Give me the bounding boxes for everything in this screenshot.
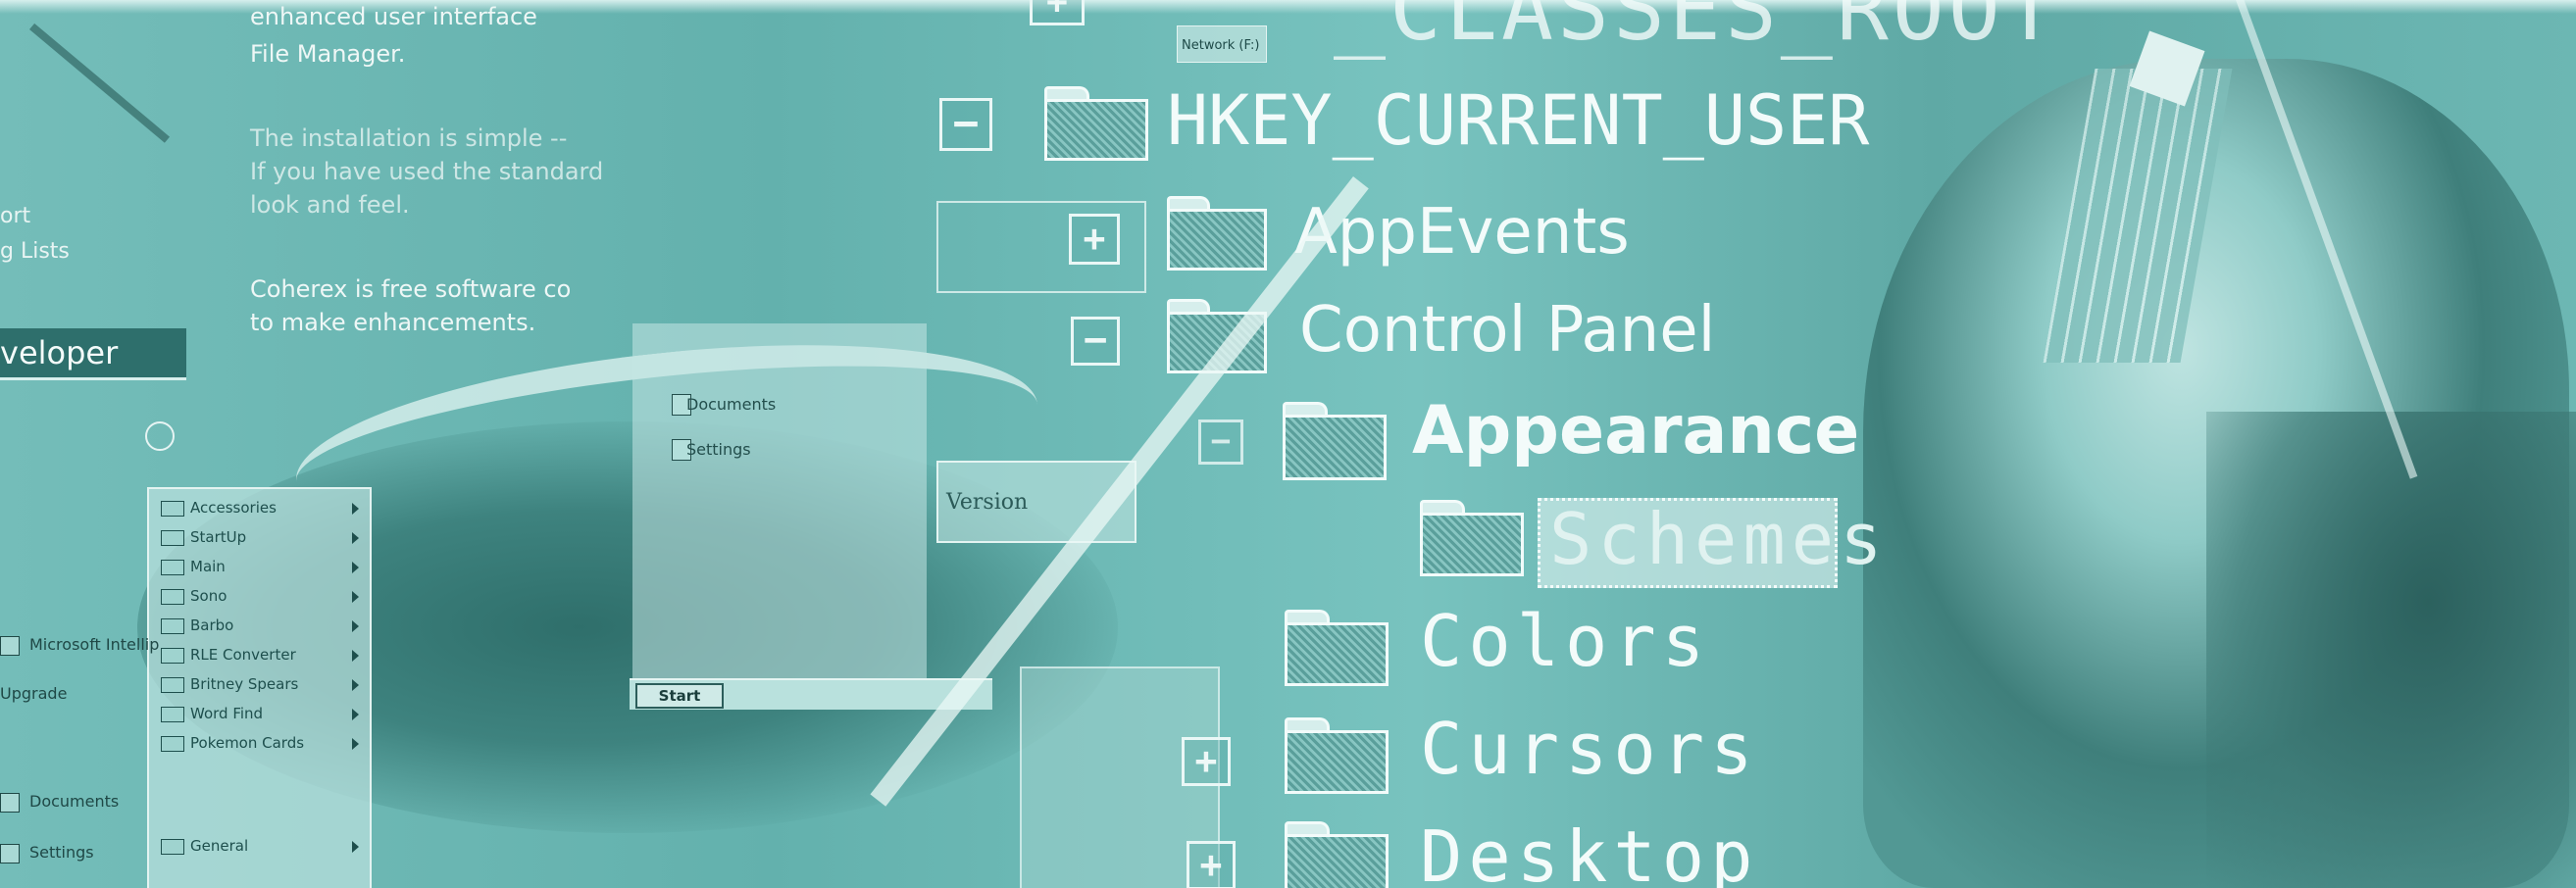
doc-line: The installation is simple -- — [250, 124, 568, 152]
network-icon — [145, 421, 175, 451]
expand-button[interactable]: + — [1187, 841, 1236, 888]
doc-line: enhanced user interface — [250, 3, 537, 30]
expand-button[interactable]: + — [1069, 214, 1120, 265]
start-menu-item[interactable]: Documents — [686, 395, 776, 414]
expand-button[interactable]: + — [1182, 737, 1231, 786]
collapse-button[interactable]: − — [1198, 419, 1243, 465]
chevron-right-icon — [352, 679, 359, 691]
doc-line: to make enhancements. — [250, 309, 536, 336]
expand-button[interactable]: + — [1030, 0, 1085, 25]
start-menu-item[interactable]: Settings — [686, 440, 751, 459]
menu-item[interactable]: Word Find — [161, 705, 367, 730]
dark-shoulder — [2206, 412, 2576, 888]
folder-icon — [1285, 821, 1389, 888]
folder-icon — [161, 500, 184, 517]
doc-line: File Manager. — [250, 40, 406, 68]
internet-icon — [0, 635, 20, 656]
registry-key-schemes[interactable]: Schemes — [1549, 498, 1888, 580]
chevron-right-icon — [352, 620, 359, 632]
chevron-right-icon — [352, 591, 359, 603]
side-list-item: ort — [0, 204, 31, 228]
start-menu-item[interactable]: Microsoft Intellip — [0, 635, 159, 656]
registry-key-current-user[interactable]: HKEY_CURRENT_USER — [1167, 80, 1869, 161]
folder-icon — [161, 588, 184, 605]
person-silhouette — [1863, 59, 2569, 888]
folder-icon — [161, 706, 184, 722]
chevron-right-icon — [352, 532, 359, 544]
document-text-block: enhanced user interface File Manager. Th… — [250, 0, 632, 336]
menu-item[interactable]: General — [161, 837, 367, 863]
network-label: Network (F:) — [1182, 38, 1260, 53]
folder-icon — [161, 529, 184, 546]
registry-key-appevents[interactable]: AppEvents — [1294, 196, 1630, 269]
open-folder-icon — [1420, 500, 1524, 576]
folder-icon — [161, 676, 184, 693]
folder-icon — [161, 735, 184, 752]
chevron-right-icon — [352, 650, 359, 662]
version-window: Version — [936, 461, 1136, 543]
chevron-right-icon — [352, 709, 359, 720]
chevron-right-icon — [352, 841, 359, 853]
building-shape — [2129, 30, 2205, 107]
side-list-item: g Lists — [0, 239, 70, 264]
folder-icon — [1167, 196, 1267, 271]
registry-key-classes-root: _CLASSES_ROOT — [1334, 0, 2060, 60]
registry-key-cursors[interactable]: Cursors — [1420, 708, 1758, 790]
collage-scene: enhanced user interface File Manager. Th… — [0, 0, 2576, 888]
network-window: Network (F:) — [1177, 25, 1267, 63]
folder-icon — [161, 559, 184, 575]
developer-title-bar: veloper — [0, 328, 186, 380]
start-button[interactable]: Start — [635, 683, 724, 709]
menu-item[interactable]: Pokemon Cards — [161, 734, 367, 760]
folder-icon — [1285, 717, 1389, 794]
settings-icon — [0, 843, 20, 863]
programs-submenu: Accessories StartUp Main Sono Barbo RLE … — [147, 487, 372, 888]
folder-icon — [1283, 402, 1387, 480]
middle-start-menu: Documents Settings — [632, 323, 927, 706]
start-menu-item[interactable]: Settings — [0, 843, 94, 863]
menu-item[interactable]: Accessories — [161, 499, 367, 524]
light-streak — [2236, 0, 2418, 479]
taskbar: Start — [630, 678, 992, 710]
folder-icon — [161, 617, 184, 634]
start-menu-item[interactable]: Upgrade — [0, 684, 67, 703]
folder-icon — [1285, 610, 1389, 686]
collapse-button[interactable]: − — [1071, 317, 1120, 366]
menu-item[interactable]: StartUp — [161, 528, 367, 554]
doc-line: Coherex is free software co — [250, 275, 572, 303]
version-label: Version — [946, 490, 1029, 515]
collapse-button[interactable]: − — [939, 98, 992, 151]
documents-icon — [0, 792, 20, 813]
menu-item[interactable]: Britney Spears — [161, 675, 367, 701]
registry-key-control-panel[interactable]: Control Panel — [1299, 294, 1715, 367]
menu-item[interactable]: Barbo — [161, 617, 367, 642]
light-streak — [29, 23, 171, 143]
chevron-right-icon — [352, 562, 359, 573]
registry-key-desktop[interactable]: Desktop — [1420, 815, 1758, 888]
menu-item[interactable]: Main — [161, 558, 367, 583]
building-shape — [2043, 69, 2233, 363]
doc-line: look and feel. — [250, 191, 410, 219]
folder-icon — [161, 838, 184, 855]
registry-key-appearance[interactable]: Appearance — [1412, 392, 1859, 469]
chevron-right-icon — [352, 503, 359, 515]
doc-line: If you have used the standard — [250, 158, 604, 185]
menu-item[interactable]: RLE Converter — [161, 646, 367, 671]
folder-icon — [1167, 299, 1267, 373]
folder-icon — [161, 647, 184, 664]
chevron-right-icon — [352, 738, 359, 750]
registry-key-colors[interactable]: Colors — [1420, 600, 1710, 682]
folder-icon — [1044, 86, 1148, 161]
start-menu-item[interactable]: Documents — [0, 792, 119, 813]
menu-item[interactable]: Sono — [161, 587, 367, 613]
